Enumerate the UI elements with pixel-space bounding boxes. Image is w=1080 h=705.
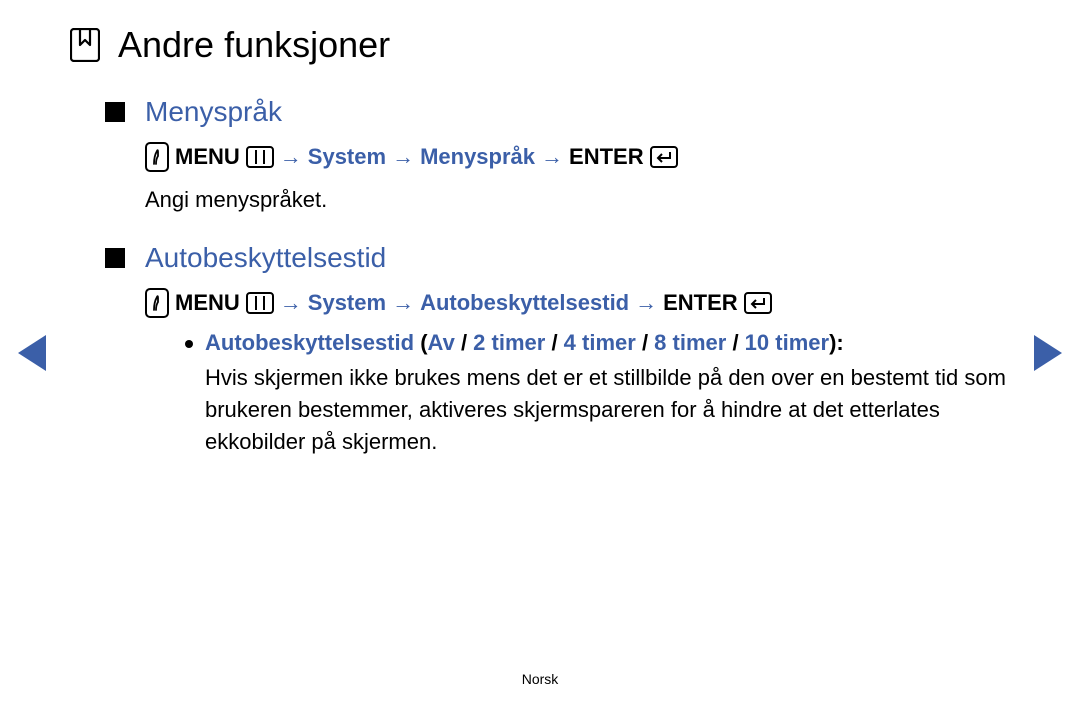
opt-2timer: 2 timer <box>473 330 545 355</box>
section-menysprak: Menyspråk MENU → <box>105 96 1010 216</box>
enter-label: ENTER <box>663 290 738 316</box>
menu-button-icon <box>246 146 274 168</box>
opt-8timer: 8 timer <box>654 330 726 355</box>
option-label: Autobeskyttelsestid <box>205 330 414 355</box>
enter-button-icon <box>744 292 772 314</box>
section-title: Autobeskyttelsestid <box>145 242 386 274</box>
enter-button-icon <box>650 146 678 168</box>
page-title-row: Andre funksjoner <box>70 24 1010 66</box>
menu-button-icon <box>246 292 274 314</box>
next-page-arrow[interactable] <box>1034 335 1062 371</box>
menu-label: MENU <box>175 290 240 316</box>
menu-path: MENU → System → Menyspråk → ENTER <box>145 142 1010 172</box>
path-menysprak: Menyspråk <box>420 144 535 170</box>
path-system: System <box>308 144 386 170</box>
remote-icon <box>145 288 169 318</box>
square-bullet-icon <box>105 102 125 122</box>
opt-av: Av <box>428 330 455 355</box>
page-title: Andre funksjoner <box>118 24 390 66</box>
menu-label: MENU <box>175 144 240 170</box>
arrow: → <box>392 144 414 170</box>
arrow: → <box>280 144 302 170</box>
footer-language: Norsk <box>0 671 1080 687</box>
arrow: → <box>541 144 563 170</box>
menu-path: MENU → System → Autobeskyttelsestid → EN… <box>145 288 1010 318</box>
section-head: Autobeskyttelsestid <box>105 242 1010 274</box>
section-body: MENU → System → Menyspråk → ENTER <box>145 142 1010 216</box>
section-body: MENU → System → Autobeskyttelsestid → EN… <box>145 288 1010 458</box>
dot-bullet-icon <box>185 340 193 348</box>
path-system: System <box>308 290 386 316</box>
option-bullet: Autobeskyttelsestid (Av / 2 timer / 4 ti… <box>185 330 1010 458</box>
path-autobeskyttelsestid: Autobeskyttelsestid <box>420 290 629 316</box>
section-desc: Angi menyspråket. <box>145 184 1010 216</box>
enter-label: ENTER <box>569 144 644 170</box>
option-desc: Hvis skjermen ikke brukes mens det er et… <box>205 362 1010 458</box>
manual-page: Andre funksjoner Menyspråk MENU <box>0 0 1080 705</box>
remote-icon <box>145 142 169 172</box>
prev-page-arrow[interactable] <box>18 335 46 371</box>
section-head: Menyspråk <box>105 96 1010 128</box>
arrow: → <box>280 290 302 316</box>
section-title: Menyspråk <box>145 96 282 128</box>
option-head: Autobeskyttelsestid (Av / 2 timer / 4 ti… <box>185 330 1010 356</box>
opt-10timer: 10 timer <box>745 330 829 355</box>
option-text: Autobeskyttelsestid (Av / 2 timer / 4 ti… <box>205 330 844 356</box>
arrow: → <box>635 290 657 316</box>
opt-4timer: 4 timer <box>564 330 636 355</box>
arrow: → <box>392 290 414 316</box>
bookmark-icon <box>70 28 100 62</box>
square-bullet-icon <box>105 248 125 268</box>
section-autobeskyttelsestid: Autobeskyttelsestid MENU <box>105 242 1010 458</box>
